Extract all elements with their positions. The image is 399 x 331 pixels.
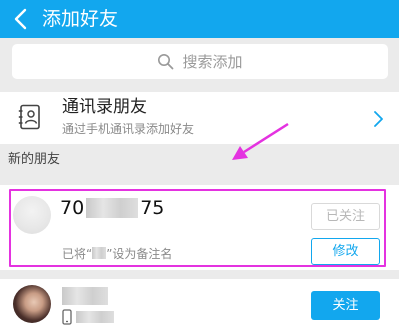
search-bar[interactable]: 搜索添加 bbox=[12, 44, 388, 79]
page-title: 添加好友 bbox=[42, 8, 119, 30]
contacts-title: 通讯录朋友 bbox=[62, 97, 147, 117]
new-friends-section-label: 新的朋友 bbox=[8, 152, 61, 167]
phone-icon bbox=[62, 309, 72, 325]
search-icon bbox=[158, 54, 174, 70]
contacts-friends-row[interactable]: 通讯录朋友 通过手机通讯录添加好友 bbox=[0, 92, 399, 144]
back-arrow-icon[interactable] bbox=[11, 7, 33, 31]
blurred-redaction bbox=[76, 311, 114, 323]
search-placeholder: 搜索添加 bbox=[182, 53, 243, 71]
follow-button[interactable]: 关注 bbox=[311, 291, 380, 320]
blurred-redaction bbox=[62, 287, 108, 305]
contacts-subtitle: 通过手机通讯录添加好友 bbox=[62, 122, 195, 136]
address-book-icon bbox=[18, 104, 40, 130]
avatar[interactable] bbox=[13, 285, 51, 323]
chevron-right-icon bbox=[374, 111, 383, 127]
highlight-annotation-box bbox=[9, 189, 386, 267]
top-bar: 添加好友 bbox=[0, 0, 399, 38]
